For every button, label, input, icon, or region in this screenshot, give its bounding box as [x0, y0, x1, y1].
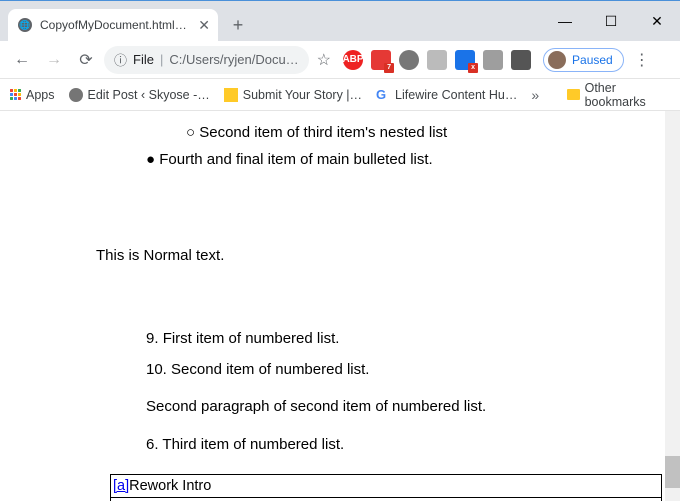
comment-cell: [a]Rework Intro	[111, 474, 662, 497]
extension-icon-dark[interactable]	[511, 50, 531, 70]
profile-chip[interactable]: Paused	[543, 48, 624, 72]
extension-icon-red[interactable]: 7	[371, 50, 391, 70]
bookmarks-overflow-button[interactable]: »	[531, 87, 539, 103]
google-icon: G	[376, 88, 390, 102]
reload-button[interactable]: ⟳	[72, 46, 100, 74]
new-tab-button[interactable]: +	[224, 11, 252, 39]
url-text: C:/Users/ryjen/Docu…	[169, 52, 298, 67]
list-item: ● Fourth and final item of main bulleted…	[146, 148, 600, 171]
list-number: 9.	[146, 330, 159, 347]
list-item-text: Second item of third item's nested list	[199, 124, 447, 141]
browser-tab[interactable]: 🌐 CopyofMyDocument.html#cmnt ✕	[8, 9, 218, 41]
profile-status: Paused	[572, 53, 613, 67]
bookmark-label: Lifewire Content Hu…	[395, 88, 517, 102]
document-content: ○ Second item of third item's nested lis…	[0, 111, 680, 501]
minimize-button[interactable]: —	[542, 1, 588, 41]
close-tab-icon[interactable]: ✕	[198, 17, 210, 34]
forward-button: →	[40, 46, 68, 74]
list-item: ○ Second item of third item's nested lis…	[186, 121, 600, 144]
other-bookmarks-label: Other bookmarks	[585, 81, 670, 109]
folder-icon	[567, 89, 579, 100]
list-item: 6. Third item of numbered list.	[146, 433, 600, 456]
extension-icon-gray[interactable]	[427, 50, 447, 70]
bookmark-item[interactable]: G Lifewire Content Hu…	[376, 88, 517, 102]
list-item-text: Fourth and final item of main bulleted l…	[159, 151, 432, 168]
url-separator: |	[160, 52, 163, 67]
globe-icon: 🌐	[18, 18, 32, 32]
apps-icon	[10, 89, 21, 100]
globe-icon	[69, 88, 83, 102]
comment-text: Rework Intro	[129, 478, 211, 494]
other-bookmarks-button[interactable]: Other bookmarks	[567, 81, 670, 109]
page-icon	[224, 88, 238, 102]
list-number: 10.	[146, 361, 167, 378]
extension-icon-blue[interactable]: x	[455, 50, 475, 70]
table-row: [a]Rework Intro	[111, 474, 662, 497]
paragraph: Second paragraph of second item of numbe…	[146, 395, 600, 418]
bookmark-label: Edit Post ‹ Skyose -…	[88, 88, 210, 102]
apps-button[interactable]: Apps	[10, 88, 55, 102]
list-item-text: Second item of numbered list.	[171, 361, 369, 378]
tab-title: CopyofMyDocument.html#cmnt	[40, 18, 190, 32]
shield-icon[interactable]	[483, 50, 503, 70]
badge-icon: x	[468, 63, 478, 73]
list-number: 6.	[146, 436, 159, 453]
titlebar: 🌐 CopyofMyDocument.html#cmnt ✕ + — ☐ ✕	[0, 1, 680, 41]
paragraph: This is Normal text.	[96, 244, 600, 267]
bookmark-item[interactable]: Edit Post ‹ Skyose -…	[69, 88, 210, 102]
bookmark-item[interactable]: Submit Your Story |…	[224, 88, 362, 102]
list-item: 10. Second item of numbered list.	[146, 358, 600, 381]
avatar	[548, 51, 566, 69]
adblock-label: ABP	[342, 54, 363, 65]
extensions-row: ABP 7 x	[343, 50, 531, 70]
maximize-button[interactable]: ☐	[588, 1, 634, 41]
list-item-text: Third item of numbered list.	[162, 436, 344, 453]
chrome-menu-button[interactable]: ⋮	[628, 50, 656, 70]
apps-label: Apps	[26, 88, 55, 102]
comment-ref-link[interactable]: [a]	[113, 478, 129, 494]
adblock-icon[interactable]: ABP	[343, 50, 363, 70]
badge-icon: 7	[384, 63, 394, 73]
close-window-button[interactable]: ✕	[634, 1, 680, 41]
back-button[interactable]: ←	[8, 46, 36, 74]
toolbar: ← → ⟳ ⓘ File | C:/Users/ryjen/Docu… ☆ AB…	[0, 41, 680, 79]
page-viewport: ○ Second item of third item's nested lis…	[0, 111, 680, 501]
scrollbar-thumb[interactable]	[665, 456, 680, 488]
bookmarks-bar: Apps Edit Post ‹ Skyose -… Submit Your S…	[0, 79, 680, 111]
bookmark-label: Submit Your Story |…	[243, 88, 362, 102]
bookmark-star-icon[interactable]: ☆	[317, 50, 331, 70]
address-bar[interactable]: ⓘ File | C:/Users/ryjen/Docu…	[104, 46, 309, 74]
comments-table: [a]Rework Intro [b]Change to numbered li…	[110, 474, 662, 501]
info-icon[interactable]: ⓘ	[114, 50, 127, 69]
list-item-text: First item of numbered list.	[163, 330, 340, 347]
scrollbar[interactable]	[665, 111, 680, 501]
window-controls: — ☐ ✕	[542, 1, 680, 41]
list-item: 9. First item of numbered list.	[146, 327, 600, 350]
extension-icon-gray-circle[interactable]	[399, 50, 419, 70]
url-scheme: File	[133, 52, 154, 67]
